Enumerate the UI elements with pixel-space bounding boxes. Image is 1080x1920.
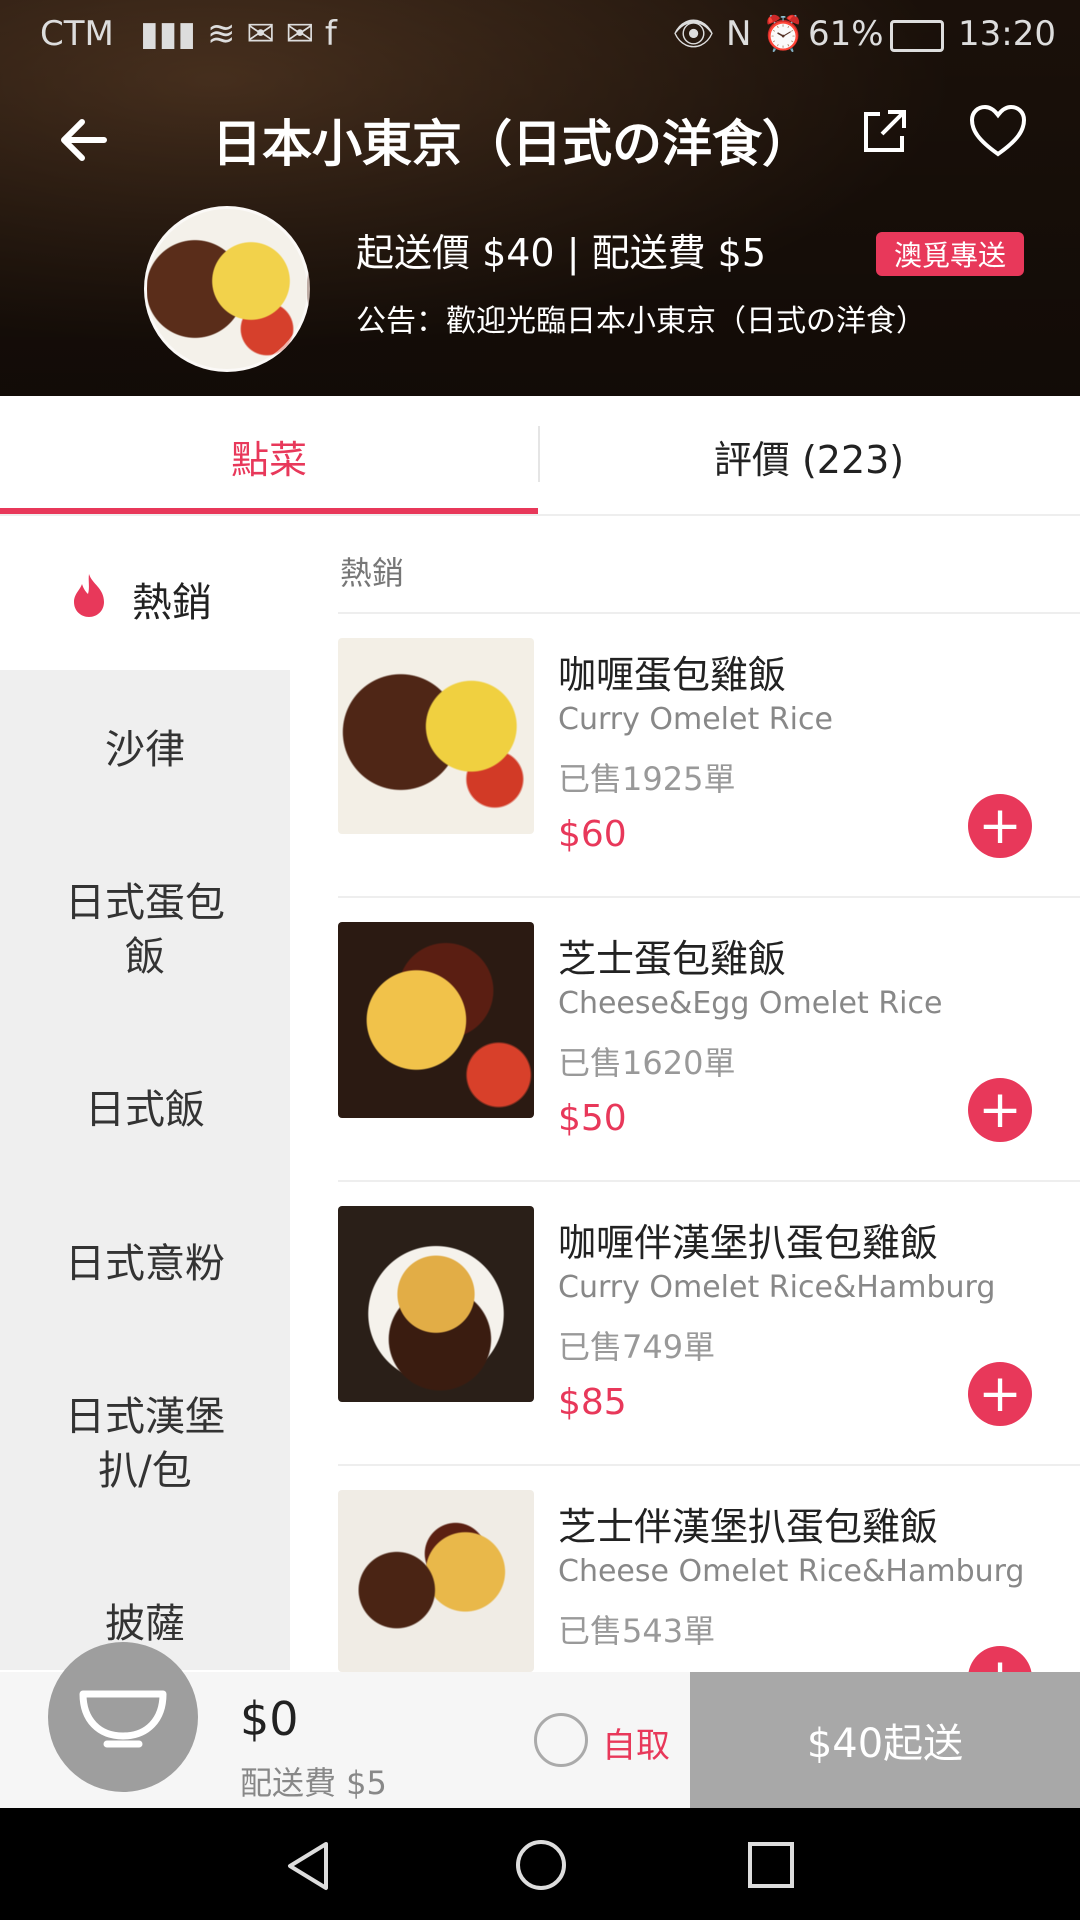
signal-icon: ▮▮▮ ≋ ✉ ✉ f — [140, 14, 337, 54]
dish-sold-count: 已售543單 — [558, 1612, 716, 1650]
section-divider — [338, 612, 1080, 614]
dish-image[interactable] — [338, 638, 534, 834]
favorite-heart-icon[interactable] — [968, 104, 1028, 160]
back-arrow-icon[interactable] — [54, 108, 118, 172]
item-divider — [338, 1464, 1080, 1466]
dish-name[interactable]: 咖喱伴漢堡扒蛋包雞飯 — [558, 1212, 938, 1267]
section-title: 熱銷 — [340, 554, 405, 592]
plus-icon: + — [978, 1364, 1022, 1424]
plus-icon: + — [978, 1080, 1022, 1140]
pickup-radio[interactable] — [534, 1713, 588, 1767]
add-to-cart-button[interactable]: + — [968, 1362, 1032, 1426]
flame-icon — [68, 572, 110, 618]
tabs-bottom-border — [0, 514, 1080, 516]
delivery-badge: 澳覓專送 — [876, 232, 1025, 276]
sidebar-item-omelet-rice[interactable]: 日式蛋包 飯 — [0, 860, 290, 1000]
dish-price: $50 — [558, 1098, 627, 1139]
pickup-label[interactable]: 自取 — [602, 1718, 670, 1767]
dish-english-name: Curry Omelet Rice&Hamburg — [558, 1270, 996, 1305]
nav-recents-icon[interactable] — [746, 1840, 796, 1890]
sidebar-item-hamburg[interactable]: 日式漢堡 扒/包 — [0, 1374, 290, 1514]
dish-image[interactable] — [338, 1206, 534, 1402]
cart-button[interactable] — [48, 1642, 198, 1792]
add-to-cart-button[interactable]: + — [968, 794, 1032, 858]
carrier-label: CTM — [40, 14, 114, 54]
dish-english-name: Curry Omelet Rice — [558, 702, 833, 737]
tab-order[interactable]: 點菜 — [0, 396, 538, 516]
battery-icon — [890, 20, 944, 52]
sidebar-item-japanese-rice[interactable]: 日式飯 — [0, 1060, 290, 1160]
dish-price: $60 — [558, 814, 627, 855]
cart-delivery-fee: 配送費 $5 — [240, 1764, 387, 1802]
add-to-cart-button[interactable]: + — [968, 1078, 1032, 1142]
sidebar-item-label: 熱銷 — [132, 580, 212, 626]
plus-icon: + — [968, 1646, 1032, 1672]
tab-review[interactable]: 評價 (223) — [540, 396, 1078, 516]
item-divider — [338, 1180, 1080, 1182]
nav-home-icon[interactable] — [514, 1838, 568, 1892]
plus-icon: + — [978, 796, 1022, 856]
status-icons: 👁 N ⏰ — [672, 14, 805, 54]
share-icon[interactable] — [858, 104, 912, 158]
item-divider — [338, 896, 1080, 898]
dish-price: $85 — [558, 1382, 627, 1423]
dish-sold-count: 已售749單 — [558, 1328, 716, 1366]
dish-name[interactable]: 芝士蛋包雞飯 — [558, 928, 786, 983]
min-order-text: 起送價 $40 | 配送費 $5 — [356, 231, 767, 275]
cart-total: $0 — [240, 1692, 299, 1746]
dish-image[interactable] — [338, 1490, 534, 1672]
battery-percent: 61% — [808, 14, 884, 54]
dish-name[interactable]: 芝士伴漢堡扒蛋包雞飯 — [558, 1496, 938, 1551]
store-notice: 公告：歡迎光臨日本小東京（日式の洋食） — [356, 304, 926, 339]
dish-sold-count: 已售1620單 — [558, 1044, 736, 1082]
checkout-button[interactable]: $40起送 — [690, 1672, 1080, 1808]
clock: 13:20 — [958, 14, 1056, 54]
dish-english-name: Cheese Omelet Rice&Hamburg — [558, 1554, 1025, 1589]
store-avatar — [144, 206, 310, 372]
add-to-cart-button[interactable]: + — [968, 1646, 1032, 1672]
sidebar-item-salad[interactable]: 沙律 — [0, 700, 290, 800]
dish-image[interactable] — [338, 922, 534, 1118]
sidebar-item-japanese-pasta[interactable]: 日式意粉 — [0, 1214, 290, 1314]
dish-name[interactable]: 咖喱蛋包雞飯 — [558, 644, 786, 699]
dish-english-name: Cheese&Egg Omelet Rice — [558, 986, 943, 1021]
nav-back-icon[interactable] — [282, 1838, 334, 1894]
store-title: 日本小東京（日式の洋食） — [212, 115, 812, 173]
dish-sold-count: 已售1925單 — [558, 760, 736, 798]
bowl-icon — [79, 1690, 167, 1748]
